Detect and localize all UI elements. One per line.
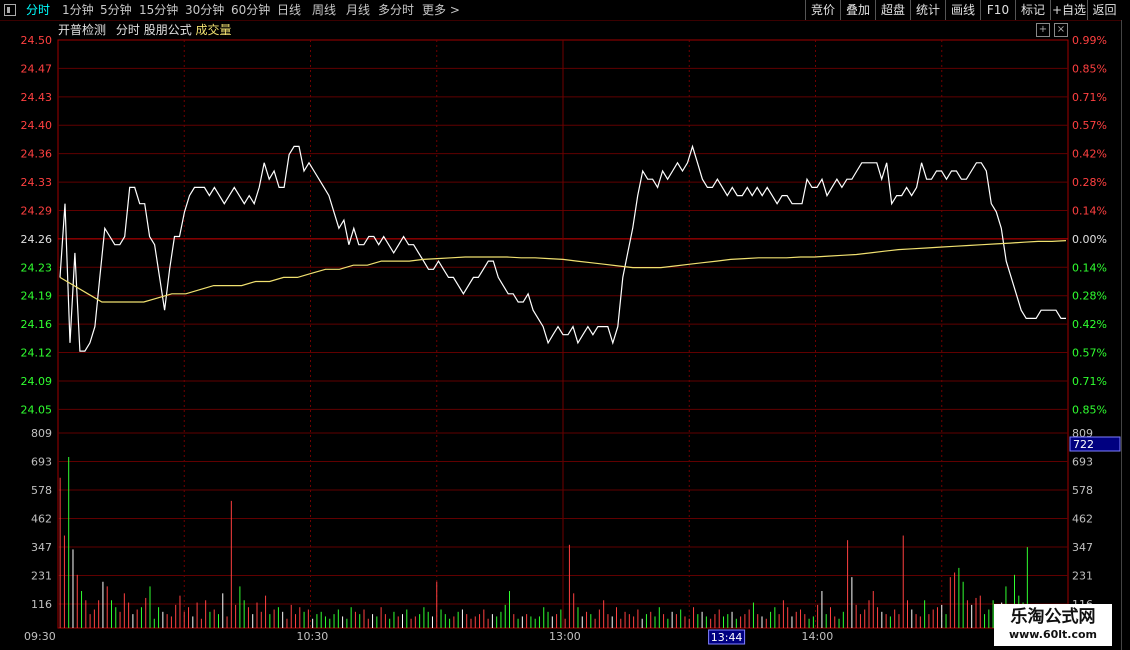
price-tick-label: 24.50 — [21, 34, 53, 47]
cursor-volume-label: 722 — [1073, 438, 1094, 451]
price-tick-label: 24.47 — [21, 62, 53, 75]
price-tick-label: 24.26 — [21, 233, 53, 246]
percent-tick-label: 0.85% — [1072, 62, 1107, 75]
time-tick-label: 09:30 — [24, 630, 56, 643]
right-info-strip — [1121, 20, 1130, 650]
percent-tick-label: 0.42% — [1072, 318, 1107, 331]
watermark-url: www.60lt.com — [1008, 628, 1098, 641]
percent-tick-label: 0.28% — [1072, 290, 1107, 303]
time-tick-label: 14:00 — [802, 630, 834, 643]
price-tick-label: 24.09 — [21, 375, 53, 388]
price-tick-label: 24.05 — [21, 403, 53, 416]
percent-tick-label: 0.99% — [1072, 34, 1107, 47]
price-tick-label: 24.12 — [21, 347, 53, 360]
time-tick-label: 10:30 — [297, 630, 329, 643]
volume-tick-label-right: 462 — [1072, 513, 1093, 526]
percent-tick-label: 0.57% — [1072, 119, 1107, 132]
price-tick-label: 24.19 — [21, 290, 53, 303]
price-tick-label: 24.40 — [21, 119, 53, 132]
percent-tick-label: 0.28% — [1072, 176, 1107, 189]
percent-tick-label: 0.14% — [1072, 204, 1107, 217]
price-tick-label: 24.33 — [21, 176, 53, 189]
volume-tick-label: 462 — [31, 513, 52, 526]
volume-tick-label-right: 347 — [1072, 541, 1093, 554]
price-tick-label: 24.16 — [21, 318, 53, 331]
price-tick-label: 24.23 — [21, 261, 53, 274]
percent-tick-label: 0.71% — [1072, 375, 1107, 388]
volume-tick-label: 231 — [31, 570, 52, 583]
percent-tick-label: 0.14% — [1072, 261, 1107, 274]
price-tick-label: 24.36 — [21, 148, 53, 161]
volume-tick-label: 347 — [31, 541, 52, 554]
percent-tick-label: 0.85% — [1072, 403, 1107, 416]
percent-tick-label: 0.42% — [1072, 148, 1107, 161]
volume-tick-label-right: 578 — [1072, 484, 1093, 497]
price-tick-label: 24.29 — [21, 204, 53, 217]
price-tick-label: 24.43 — [21, 91, 53, 104]
time-tick-label: 13:00 — [549, 630, 581, 643]
volume-tick-label: 116 — [31, 598, 52, 611]
volume-tick-label-right: 231 — [1072, 570, 1093, 583]
volume-tick-label: 809 — [31, 427, 52, 440]
watermark-title: 乐淘公式网 — [1010, 607, 1096, 627]
percent-tick-label: 0.71% — [1072, 91, 1107, 104]
watermark-logo: 乐淘公式网 www.60lt.com — [994, 604, 1112, 646]
percent-tick-label: 0.00% — [1072, 233, 1107, 246]
percent-tick-label: 0.57% — [1072, 347, 1107, 360]
volume-tick-label: 578 — [31, 484, 52, 497]
cursor-time-label: 13:44 — [711, 631, 743, 644]
volume-tick-label-right: 693 — [1072, 456, 1093, 469]
volume-tick-label: 693 — [31, 456, 52, 469]
intraday-chart[interactable]: 24.50 0.99% 24.47 0.85% 24.43 0.71% 24.40 0.57%… — [0, 0, 1121, 650]
